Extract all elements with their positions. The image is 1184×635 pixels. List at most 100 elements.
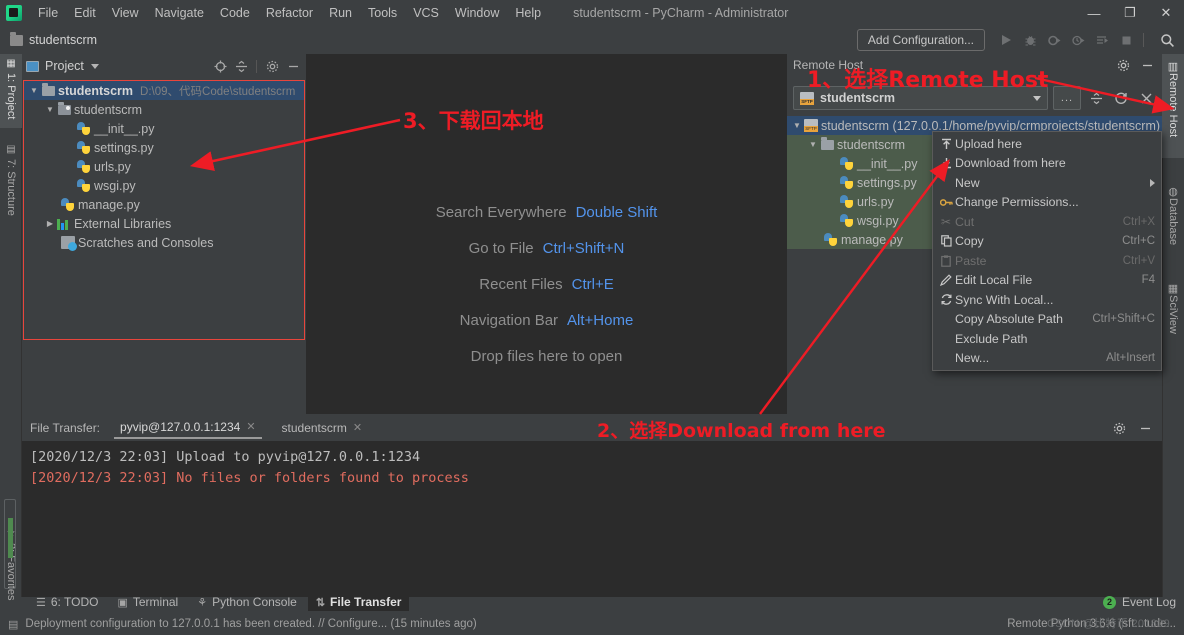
tab-python-console[interactable]: ⚘ Python Console [189, 593, 305, 611]
menu-item-exclude-path[interactable]: Exclude Path [933, 329, 1161, 349]
debug-icon[interactable] [1019, 29, 1041, 51]
menu-item-download-from-here[interactable]: Download from here [933, 154, 1161, 174]
menu-item-copy-absolute-path[interactable]: Copy Absolute Path Ctrl+Shift+C [933, 310, 1161, 330]
hide-icon[interactable] [1136, 419, 1154, 437]
run-icon[interactable] [995, 29, 1017, 51]
close-icon[interactable]: ✕ [1148, 0, 1184, 26]
python-file-icon [76, 140, 92, 155]
minimize-icon[interactable]: — [1076, 0, 1112, 26]
menu-view[interactable]: View [104, 3, 147, 23]
chevron-down-icon[interactable]: ▼ [791, 121, 803, 130]
run-dashboard-icon[interactable] [1091, 29, 1113, 51]
sidebar-item-project[interactable]: ▦ 1: Project [0, 54, 22, 128]
menu-run[interactable]: Run [321, 3, 360, 23]
file-transfer-tab-studentscrm[interactable]: studentscrm ✕ [276, 419, 369, 438]
add-configuration-button[interactable]: Add Configuration... [856, 29, 985, 51]
menu-item-change-permissions[interactable]: Change Permissions... [933, 193, 1161, 213]
stop-icon[interactable] [1115, 29, 1137, 51]
welcome-row-go-to-file: Go to File Ctrl+Shift+N [306, 240, 787, 257]
menu-bar: File Edit View Navigate Code Refactor Ru… [0, 0, 1184, 26]
menu-item-label: Edit Local File [955, 273, 1033, 288]
menu-navigate[interactable]: Navigate [147, 3, 212, 23]
scrollbar-indicator[interactable] [4, 499, 16, 589]
tree-row-external-libraries[interactable]: ▶ External Libraries [24, 214, 304, 233]
breadcrumb[interactable]: studentscrm [29, 33, 97, 47]
tree-row-urls-py[interactable]: urls.py [24, 157, 304, 176]
project-tree[interactable]: ▼ studentscrm D:\09、代码Code\studentscrm ▼… [23, 80, 305, 340]
chevron-down-icon[interactable]: ▼ [44, 105, 56, 114]
tree-row-studentscrm-pkg[interactable]: ▼ studentscrm [24, 100, 304, 119]
menu-item-new-dialog[interactable]: New... Alt+Insert [933, 349, 1161, 369]
locate-icon[interactable] [211, 57, 229, 75]
tree-label: studentscrm [74, 102, 143, 117]
sidebar-item-remote-host[interactable]: ▥ Remote Host [1162, 54, 1184, 158]
python-file-icon [839, 213, 855, 228]
gear-icon[interactable] [1114, 56, 1132, 74]
collapse-all-icon[interactable] [1086, 87, 1106, 109]
refresh-icon[interactable] [1111, 87, 1131, 109]
welcome-shortcut: Alt+Home [567, 312, 634, 329]
gear-icon[interactable] [1110, 419, 1128, 437]
menu-item-sync-with-local[interactable]: Sync With Local... [933, 290, 1161, 310]
chevron-down-icon[interactable]: ▼ [807, 140, 819, 149]
menu-item-new[interactable]: New [933, 173, 1161, 193]
search-icon[interactable] [1156, 29, 1178, 51]
sidebar-item-structure[interactable]: ▤ 7: Structure [0, 140, 22, 232]
chevron-down-icon[interactable] [1033, 95, 1041, 101]
document-icon: ▤ [8, 618, 19, 631]
tab-file-transfer[interactable]: ⇅ File Transfer [307, 593, 410, 611]
file-transfer-tab-pyvip[interactable]: pyvip@127.0.0.1:1234 ✕ [114, 418, 262, 439]
menu-item-upload-here[interactable]: Upload here [933, 134, 1161, 154]
menu-file[interactable]: File [30, 3, 66, 23]
tab-todo[interactable]: ☰ 6: TODO [28, 593, 106, 611]
status-message[interactable]: Deployment configuration to 127.0.0.1 ha… [25, 618, 476, 630]
menu-code[interactable]: Code [212, 3, 258, 23]
close-icon[interactable] [1136, 87, 1156, 109]
collapse-all-icon[interactable] [232, 57, 250, 75]
file-transfer-header-actions [1110, 419, 1154, 437]
tree-row-manage-py[interactable]: manage.py [24, 195, 304, 214]
tree-row-settings-py[interactable]: settings.py [24, 138, 304, 157]
profile-icon[interactable] [1067, 29, 1089, 51]
close-icon[interactable]: ✕ [246, 420, 255, 433]
chevron-down-icon[interactable] [90, 63, 99, 69]
menu-item-label: New... [955, 351, 990, 366]
sciview-icon: ▦ [1166, 282, 1179, 295]
menu-item-edit-local-file[interactable]: Edit Local File F4 [933, 271, 1161, 291]
menu-window[interactable]: Window [447, 3, 507, 23]
hide-icon[interactable] [1138, 56, 1156, 74]
tree-label: manage.py [78, 197, 140, 212]
chevron-right-icon[interactable]: ▶ [44, 219, 56, 228]
python-file-icon [76, 178, 92, 193]
file-transfer-console[interactable]: [2020/12/3 22:03] Upload to pyvip@127.0.… [22, 441, 1162, 597]
bottom-tool-tabs: ☰ 6: TODO ▣ Terminal ⚘ Python Console ⇅ … [22, 591, 1184, 613]
hide-icon[interactable] [284, 57, 302, 75]
menu-vcs[interactable]: VCS [405, 3, 447, 23]
tab-label: studentscrm [281, 420, 347, 435]
menu-item-copy[interactable]: Copy Ctrl+C [933, 232, 1161, 252]
gear-icon[interactable] [263, 57, 281, 75]
menu-refactor[interactable]: Refactor [258, 3, 321, 23]
maximize-icon[interactable]: ❐ [1112, 0, 1148, 26]
menu-edit[interactable]: Edit [66, 3, 104, 23]
sidebar-item-database[interactable]: ◍ Database [1162, 179, 1184, 265]
tree-row-scratches-and-consoles[interactable]: Scratches and Consoles [24, 233, 304, 252]
welcome-shortcut: Double Shift [575, 204, 658, 221]
browse-deployment-button[interactable]: ... [1053, 86, 1081, 110]
sidebar-item-sciview[interactable]: ▦ SciView [1162, 276, 1184, 354]
menu-tools[interactable]: Tools [360, 3, 405, 23]
main-toolbar: Add Configuration... [856, 26, 1178, 54]
panel-title[interactable]: Project [45, 59, 84, 73]
run-with-coverage-icon[interactable] [1043, 29, 1065, 51]
tree-row-init-py[interactable]: __init__.py [24, 119, 304, 138]
interpreter-status[interactable]: Remote Python 3.6.6 (sft...tude... [1007, 618, 1176, 630]
tree-row-wsgi-py[interactable]: wsgi.py [24, 176, 304, 195]
chevron-down-icon[interactable]: ▼ [28, 86, 40, 95]
event-log-button[interactable]: 2 Event Log [1102, 595, 1184, 609]
close-icon[interactable]: ✕ [353, 421, 362, 434]
tab-terminal[interactable]: ▣ Terminal [109, 593, 186, 611]
menu-item-label: Paste [955, 253, 987, 268]
menu-help[interactable]: Help [507, 3, 549, 23]
tree-row-studentscrm-root[interactable]: ▼ studentscrm D:\09、代码Code\studentscrm [24, 81, 304, 100]
menu-item-label: Cut [955, 214, 975, 229]
